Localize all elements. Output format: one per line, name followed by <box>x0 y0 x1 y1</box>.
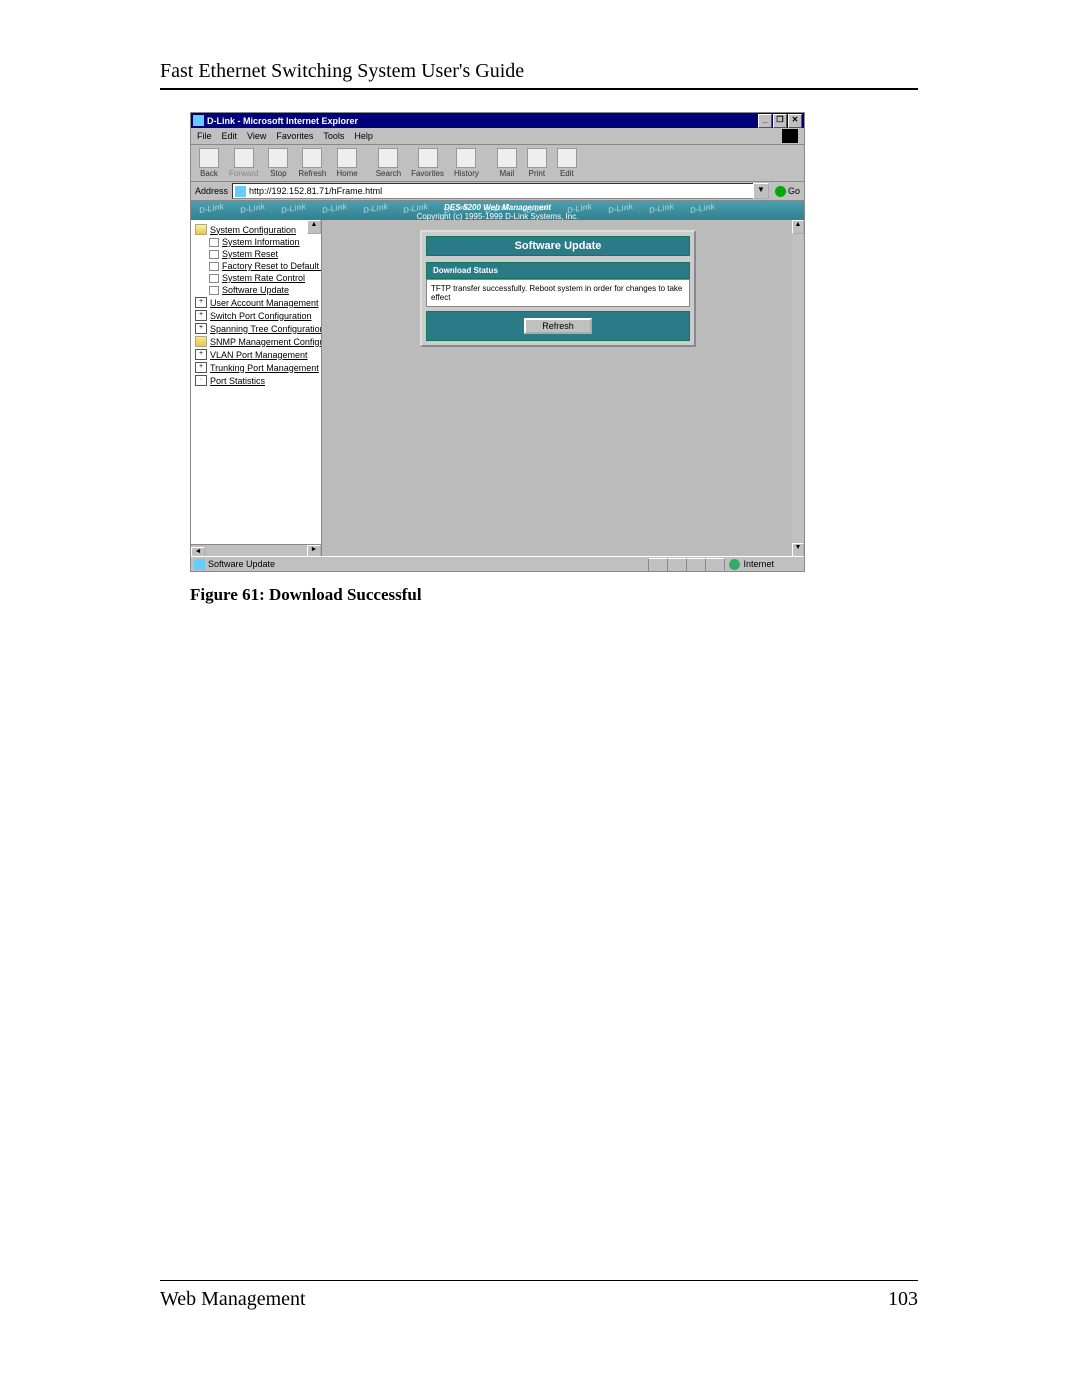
figure-caption: Figure 61: Download Successful <box>190 585 422 605</box>
menu-bar: File Edit View Favorites Tools Help <box>191 128 804 145</box>
footer-page-number: 103 <box>888 1288 918 1311</box>
page-icon <box>209 262 219 271</box>
page-icon <box>209 238 219 247</box>
main-v-scrollbar[interactable]: ▲ ▼ <box>792 220 804 557</box>
tree-system-configuration[interactable]: System Configuration <box>195 223 321 236</box>
favorites-icon <box>418 148 438 168</box>
tree-software-update[interactable]: Software Update <box>195 284 321 296</box>
main-panel: ▲ ▼ Software Update Download Status TFTP… <box>322 220 804 557</box>
doc-header: Fast Ethernet Switching System User's Gu… <box>160 60 524 83</box>
status-bar: Software Update Internet <box>191 556 804 571</box>
search-button[interactable]: Search <box>376 148 401 178</box>
page-icon <box>209 250 219 259</box>
menu-tools[interactable]: Tools <box>323 131 344 141</box>
card-message: TFTP transfer successfully. Reboot syste… <box>426 279 690 307</box>
expand-icon[interactable]: + <box>195 349 207 360</box>
address-label: Address <box>195 186 228 196</box>
screenshot: D-Link - Microsoft Internet Explorer _ ❐… <box>190 112 805 572</box>
tree-port-statistics[interactable]: ·Port Statistics <box>195 374 321 387</box>
page-icon <box>209 274 219 283</box>
go-button[interactable]: Go <box>775 186 800 197</box>
tree-system-information[interactable]: System Information <box>195 236 321 248</box>
favorites-button[interactable]: Favorites <box>411 148 444 178</box>
refresh-icon <box>302 148 322 168</box>
card-title: Software Update <box>426 236 690 256</box>
close-button[interactable]: ✕ <box>788 114 802 128</box>
tree-switch-port-configuration[interactable]: +Switch Port Configuration <box>195 309 321 322</box>
go-icon <box>775 186 786 197</box>
window-title: D-Link - Microsoft Internet Explorer <box>207 116 758 126</box>
page-icon <box>209 286 219 295</box>
refresh-button[interactable]: Refresh <box>524 318 592 334</box>
menu-help[interactable]: Help <box>354 131 373 141</box>
tree-vlan-port-management[interactable]: +VLAN Port Management <box>195 348 321 361</box>
tree-spanning-tree-configuration[interactable]: +Spanning Tree Configuration <box>195 322 321 335</box>
menu-file[interactable]: File <box>197 131 212 141</box>
mail-icon <box>497 148 517 168</box>
scroll-up-button[interactable]: ▲ <box>792 220 804 234</box>
tree-trunking-port-management[interactable]: +Trunking Port Management <box>195 361 321 374</box>
stop-button[interactable]: Stop <box>268 148 288 178</box>
print-button[interactable]: Print <box>527 148 547 178</box>
sidebar-scroll-up[interactable]: ▲ <box>307 220 321 234</box>
security-zone: Internet <box>724 559 804 570</box>
software-update-card: Software Update Download Status TFTP tra… <box>420 230 696 347</box>
folder-open-icon <box>195 224 207 235</box>
folder-icon <box>195 336 207 347</box>
menu-view[interactable]: View <box>247 131 266 141</box>
page-icon <box>235 186 246 197</box>
footer-left: Web Management <box>160 1288 306 1311</box>
edit-button[interactable]: Edit <box>557 148 577 178</box>
window-titlebar: D-Link - Microsoft Internet Explorer _ ❐… <box>191 113 804 128</box>
footer-rule <box>160 1280 918 1281</box>
expand-icon[interactable]: + <box>195 362 207 373</box>
forward-icon <box>234 148 254 168</box>
refresh-toolbar-button[interactable]: Refresh <box>298 148 326 178</box>
back-button[interactable]: Back <box>199 148 219 178</box>
expand-icon[interactable]: + <box>195 297 207 308</box>
banner-title: DES-5200 Web Management <box>444 203 551 212</box>
maximize-button[interactable]: ❐ <box>773 114 787 128</box>
address-bar: Address http://192.152.81.71/hFrame.html… <box>191 182 804 201</box>
header-rule <box>160 88 918 90</box>
tree-system-rate-control[interactable]: System Rate Control <box>195 272 321 284</box>
ie-throbber-icon <box>782 129 798 143</box>
content-area: ▲ System Configuration System Informatio… <box>191 220 804 557</box>
history-button[interactable]: History <box>454 148 479 178</box>
print-icon <box>527 148 547 168</box>
search-icon <box>378 148 398 168</box>
sidebar-tree: ▲ System Configuration System Informatio… <box>191 220 322 557</box>
tree-user-account-management[interactable]: +User Account Management <box>195 296 321 309</box>
scroll-down-button[interactable]: ▼ <box>792 543 804 557</box>
minimize-button[interactable]: _ <box>758 114 772 128</box>
menu-favorites[interactable]: Favorites <box>276 131 313 141</box>
card-subheader: Download Status <box>426 262 690 279</box>
toolbar: Back Forward Stop Refresh Home Search Fa… <box>191 145 804 182</box>
forward-button[interactable]: Forward <box>229 148 258 178</box>
back-icon <box>199 148 219 168</box>
address-field[interactable]: http://192.152.81.71/hFrame.html <box>232 183 754 199</box>
tree-snmp-management-configuration[interactable]: SNMP Management Configuration <box>195 335 321 348</box>
address-value: http://192.152.81.71/hFrame.html <box>249 186 382 196</box>
status-page-icon <box>194 559 205 570</box>
mail-button[interactable]: Mail <box>497 148 517 178</box>
stop-icon <box>268 148 288 168</box>
expand-icon[interactable]: + <box>195 310 207 321</box>
expand-icon[interactable]: + <box>195 323 207 334</box>
menu-edit[interactable]: Edit <box>222 131 238 141</box>
status-text: Software Update <box>208 559 648 569</box>
tree-factory-reset[interactable]: Factory Reset to Default Confi <box>195 260 321 272</box>
edit-icon <box>557 148 577 168</box>
tree-system-reset[interactable]: System Reset <box>195 248 321 260</box>
home-icon <box>337 148 357 168</box>
home-button[interactable]: Home <box>336 148 357 178</box>
ie-icon <box>193 115 204 126</box>
leaf-icon: · <box>195 375 207 386</box>
history-icon <box>456 148 476 168</box>
address-dropdown[interactable]: ▼ <box>753 183 769 199</box>
internet-zone-icon <box>729 559 740 570</box>
